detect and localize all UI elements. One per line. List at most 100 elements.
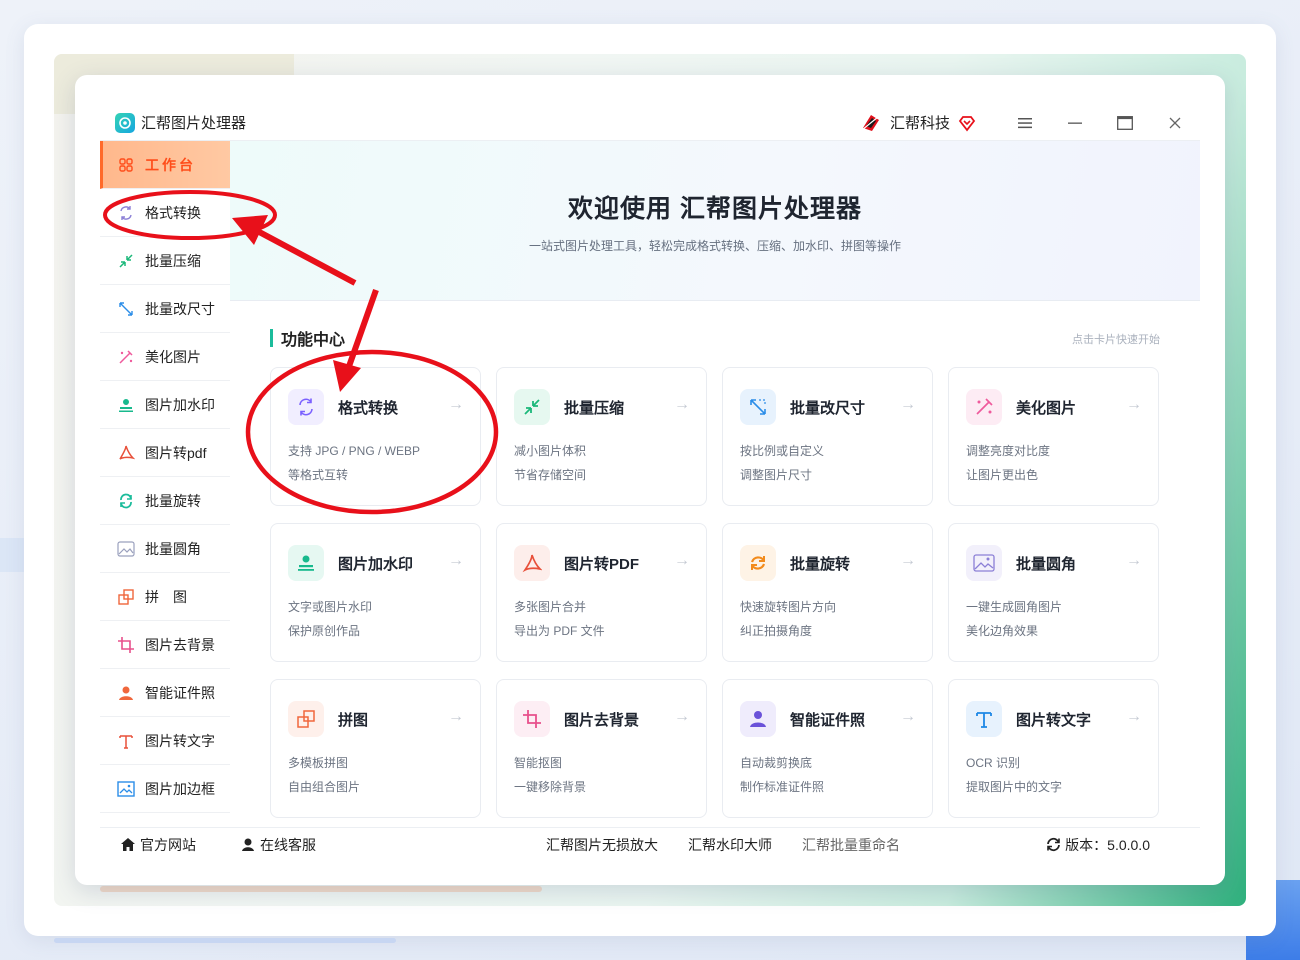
sidebar-item-to-pdf[interactable]: 图片转pdf xyxy=(100,429,230,477)
official-website-link[interactable]: 官方网站 xyxy=(120,835,196,855)
feature-card-desc-line2: 美化边角效果 xyxy=(966,624,1039,638)
feature-card[interactable]: 图片加水印 → 文字或图片水印 保护原创作品 xyxy=(270,523,481,662)
feature-grid: 格式转换 → 支持 JPG / PNG / WEBP 等格式互转 批量压缩 → … xyxy=(270,367,1160,818)
arrow-right-icon: → xyxy=(900,396,916,413)
feature-card-desc-line2: 纠正拍摄角度 xyxy=(740,624,813,638)
footer-link-rename[interactable]: 汇帮批量重命名 xyxy=(802,835,900,855)
close-button[interactable] xyxy=(1150,105,1200,141)
pdf-icon xyxy=(514,545,550,581)
feature-card-desc-line1: 多张图片合并 xyxy=(514,600,587,614)
feature-card-desc-line2: 节省存储空间 xyxy=(514,468,587,482)
arrow-right-icon: → xyxy=(674,552,690,569)
sidebar-item-label: 图片加边框 xyxy=(145,780,215,797)
feature-card-title: 图片转PDF xyxy=(564,556,640,573)
feature-card[interactable]: 智能证件照 → 自动裁剪换底 制作标准证件照 xyxy=(722,679,933,818)
minimize-button[interactable] xyxy=(1050,105,1100,141)
home-icon xyxy=(120,837,136,852)
feature-card-desc-line1: 调整亮度对比度 xyxy=(966,444,1051,458)
frame-icon xyxy=(117,780,135,798)
online-service-label: 在线客服 xyxy=(260,836,316,853)
sidebar-item-label: 工作台 xyxy=(145,156,196,173)
sidebar-item-label: 批量压缩 xyxy=(145,252,201,269)
feature-card-desc-line1: 一键生成圆角图片 xyxy=(966,600,1063,614)
feature-card[interactable]: 图片转文字 → OCR 识别 提取图片中的文字 xyxy=(948,679,1159,818)
convert-icon xyxy=(117,204,135,222)
sidebar-item-beautify[interactable]: 美化图片 xyxy=(100,333,230,381)
feature-card[interactable]: 拼图 → 多模板拼图 自由组合图片 xyxy=(270,679,481,818)
maximize-button[interactable] xyxy=(1100,105,1150,141)
feature-card-desc-line2: 导出为 PDF 文件 xyxy=(514,624,605,638)
sidebar-item-id-photo[interactable]: 智能证件照 xyxy=(100,669,230,717)
feature-card[interactable]: 图片转PDF → 多张图片合并 导出为 PDF 文件 xyxy=(496,523,707,662)
text-icon xyxy=(966,701,1002,737)
sidebar-item-watermark[interactable]: 图片加水印 xyxy=(100,381,230,429)
feature-card-desc-line1: 减小图片体积 xyxy=(514,444,587,458)
section-accent-bar xyxy=(270,329,273,347)
sidebar-item-compress[interactable]: 批量压缩 xyxy=(100,237,230,285)
feature-card-title: 批量压缩 xyxy=(564,400,625,417)
footer-link-enlarge[interactable]: 汇帮图片无损放大 xyxy=(546,835,658,855)
feature-card-desc-line1: 按比例或自定义 xyxy=(740,444,825,458)
arrow-right-icon: → xyxy=(1126,708,1142,725)
arrow-right-icon: → xyxy=(674,708,690,725)
footer-bar: 官方网站 在线客服 汇帮图片无损放大 汇帮水印大师 汇帮批量重命名 版本：5.0… xyxy=(100,827,1200,861)
feature-card-title: 批量改尺寸 xyxy=(790,400,866,417)
sidebar-item-label: 美化图片 xyxy=(145,348,201,365)
brand: 汇帮科技 xyxy=(860,105,1200,141)
sidebar-item-collage[interactable]: 拼 图 xyxy=(100,573,230,621)
title-bar: 汇帮图片处理器 汇帮科技 xyxy=(100,105,1200,141)
version-info[interactable]: 版本：5.0.0.0 xyxy=(1046,835,1150,855)
feature-card-title: 拼图 xyxy=(338,712,369,729)
feature-card-title: 智能证件照 xyxy=(790,712,866,729)
menu-button[interactable] xyxy=(1000,105,1050,141)
sidebar-item-resize[interactable]: 批量改尺寸 xyxy=(100,285,230,333)
arrow-right-icon: → xyxy=(900,708,916,725)
feature-card[interactable]: 美化图片 → 调整亮度对比度 让图片更出色 xyxy=(948,367,1159,506)
rotate-icon xyxy=(117,492,135,510)
main-content: 欢迎使用 汇帮图片处理器 一站式图片处理工具，轻松完成格式转换、压缩、加水印、拼… xyxy=(230,141,1200,827)
minimize-icon xyxy=(1068,122,1082,124)
online-service-link[interactable]: 在线客服 xyxy=(240,835,316,855)
feature-card-desc-line2: 等格式互转 xyxy=(288,468,349,482)
backdrop-shadow xyxy=(100,886,542,892)
feature-card-desc-line1: 快速旋转图片方向 xyxy=(740,600,837,614)
sidebar-item-frame[interactable]: 图片加边框 xyxy=(100,765,230,813)
sidebar-item-ocr[interactable]: 图片转文字 xyxy=(100,717,230,765)
app-window: 汇帮图片处理器 汇帮科技 工作台 格式转换 批量压缩 批量改尺寸 美化图片 图片… xyxy=(75,75,1225,885)
feature-card[interactable]: 批量压缩 → 减小图片体积 节省存储空间 xyxy=(496,367,707,506)
round-corner-icon xyxy=(966,545,1002,581)
feature-card-desc-line2: 提取图片中的文字 xyxy=(966,780,1063,794)
section-header: 功能中心 xyxy=(270,327,345,349)
section-title: 功能中心 xyxy=(281,332,346,349)
sidebar-item-label: 批量旋转 xyxy=(145,492,201,509)
beautify-icon xyxy=(117,348,135,366)
feature-card[interactable]: 图片去背景 → 智能抠图 一键移除背景 xyxy=(496,679,707,818)
sidebar-item-rotate[interactable]: 批量旋转 xyxy=(100,477,230,525)
round-corner-icon xyxy=(117,540,135,558)
feature-card[interactable]: 批量改尺寸 → 按比例或自定义 调整图片尺寸 xyxy=(722,367,933,506)
sidebar-item-label: 批量改尺寸 xyxy=(145,300,215,317)
sidebar-item-round-corner[interactable]: 批量圆角 xyxy=(100,525,230,573)
sidebar-item-label: 图片转文字 xyxy=(145,732,215,749)
feature-card-desc-line1: 文字或图片水印 xyxy=(288,600,373,614)
footer-link-watermark[interactable]: 汇帮水印大师 xyxy=(688,835,772,855)
sidebar-item-workbench[interactable]: 工作台 xyxy=(100,141,230,189)
beautify-icon xyxy=(966,389,1002,425)
collage-icon xyxy=(288,701,324,737)
person-icon xyxy=(117,684,135,702)
watermark-icon xyxy=(117,396,135,414)
feature-card-desc-line2: 调整图片尺寸 xyxy=(740,468,813,482)
feature-card-desc-line1: 支持 JPG / PNG / WEBP xyxy=(288,444,421,458)
grid-icon xyxy=(117,156,135,174)
feature-card-desc-line1: 多模板拼图 xyxy=(288,756,349,770)
feature-card[interactable]: 批量旋转 → 快速旋转图片方向 纠正拍摄角度 xyxy=(722,523,933,662)
crop-icon xyxy=(117,636,135,654)
refresh-icon xyxy=(1046,837,1061,852)
feature-card[interactable]: 格式转换 → 支持 JPG / PNG / WEBP 等格式互转 xyxy=(270,367,481,506)
feature-card-title: 格式转换 xyxy=(338,400,399,417)
official-website-label: 官方网站 xyxy=(140,836,196,853)
sidebar-item-remove-bg[interactable]: 图片去背景 xyxy=(100,621,230,669)
feature-card[interactable]: 批量圆角 → 一键生成圆角图片 美化边角效果 xyxy=(948,523,1159,662)
sidebar-item-format-convert[interactable]: 格式转换 xyxy=(100,189,230,237)
vip-badge-icon[interactable] xyxy=(958,114,976,132)
